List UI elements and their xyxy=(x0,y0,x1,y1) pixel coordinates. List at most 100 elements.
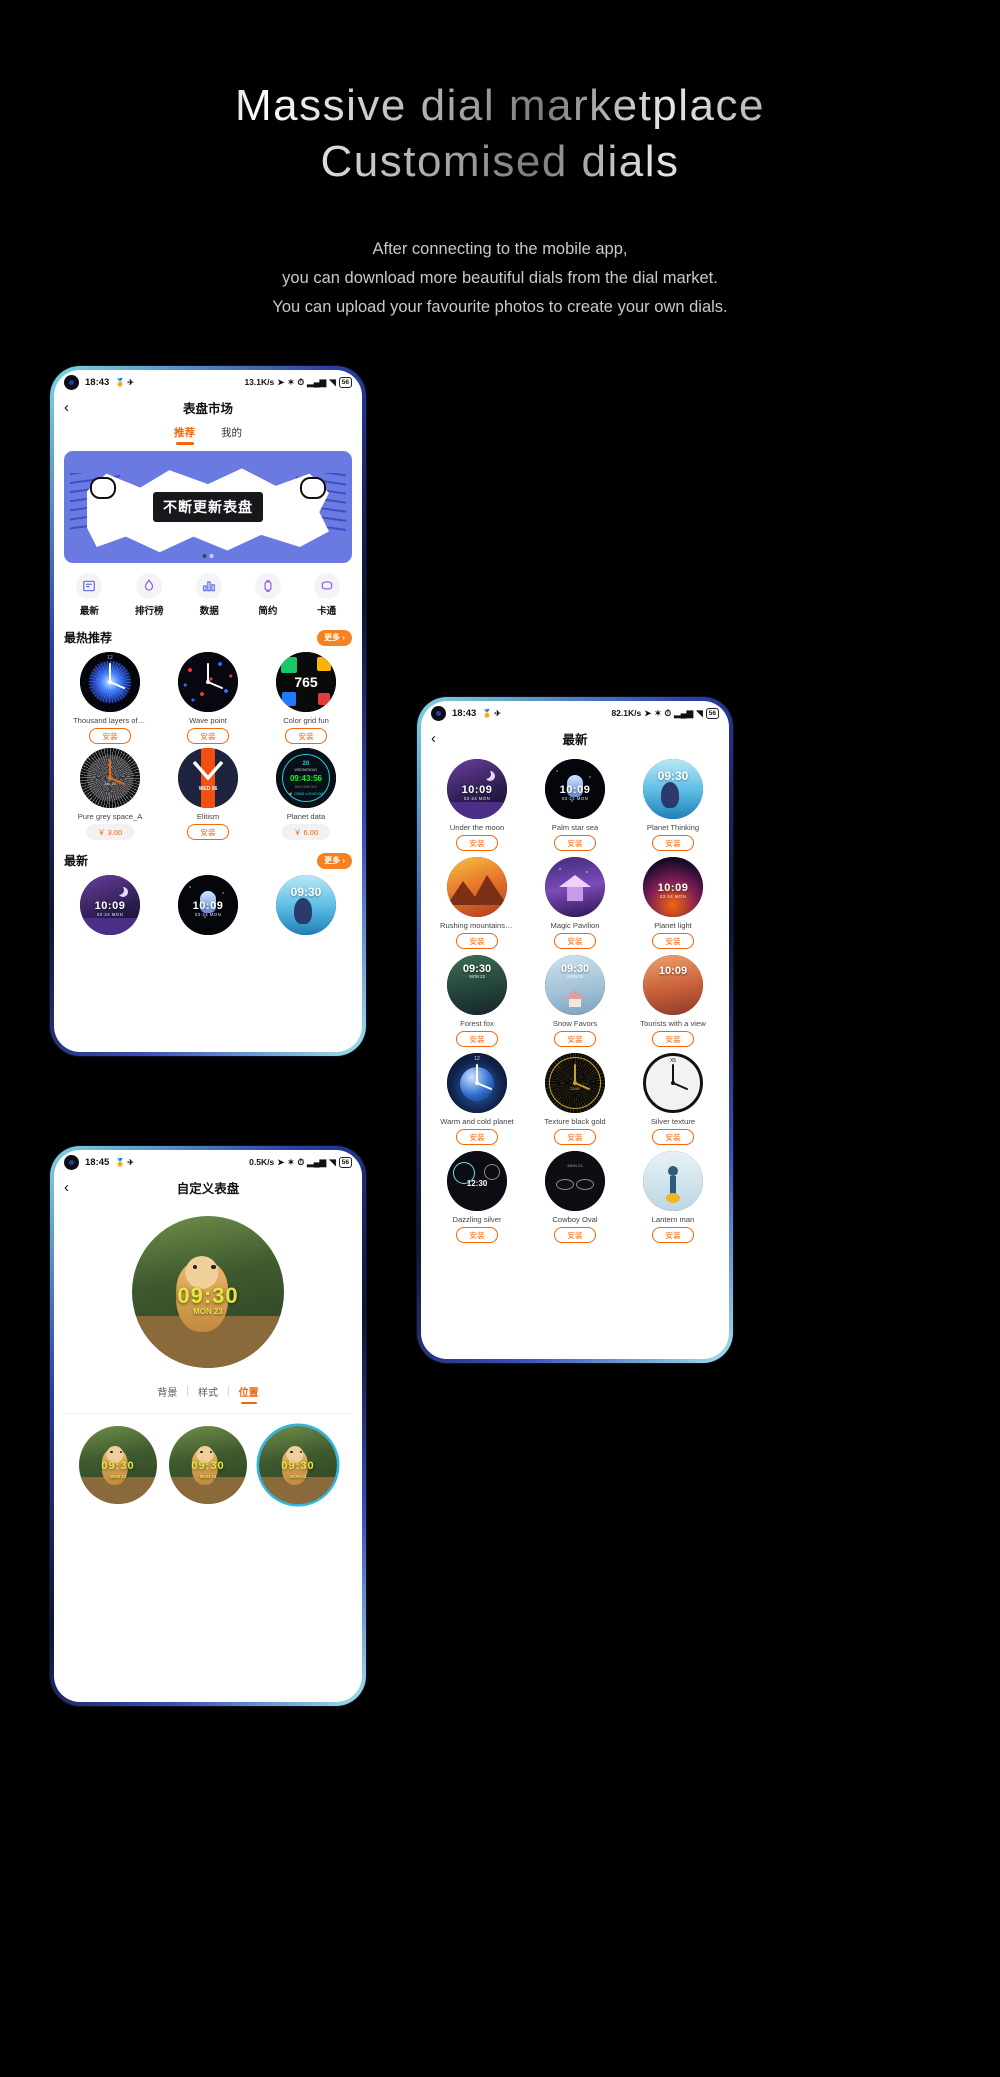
phone2-title: 最新 xyxy=(562,732,588,747)
hero-subtitle: After connecting to the mobile app, you … xyxy=(0,235,1000,323)
dial-card[interactable]: 10:09 03·24 MON Under the moon 安装 xyxy=(429,759,525,851)
dial-install-button[interactable]: 安装 xyxy=(554,1129,596,1145)
banner-dot-2[interactable] xyxy=(209,554,214,558)
dial-card[interactable]: 09:30 xyxy=(258,875,354,935)
dial-thumbnail[interactable]: 20 WEDNESDAY 09:43:56 0201 0236 00.0 ⚡ 2… xyxy=(276,748,336,808)
dial-card[interactable]: 09:30 Planet Thinking 安装 xyxy=(625,759,721,851)
dial-card[interactable]: WED 06 Elitism 安装 xyxy=(160,748,256,840)
dial-thumbnail[interactable]: 10:09 03·24 MON xyxy=(178,875,238,935)
dial-thumbnail[interactable]: 765 xyxy=(276,652,336,712)
dial-install-button[interactable]: 安装 xyxy=(187,824,229,840)
photo-thumbnail[interactable]: 09:30 MON 23 xyxy=(169,1426,247,1504)
dial-thumbnail[interactable]: 10:09 03·24 MON xyxy=(80,875,140,935)
dial-install-button[interactable]: 安装 xyxy=(554,1031,596,1047)
photo-thumbnail[interactable]: 09:30 MON 23 xyxy=(79,1426,157,1504)
dial-card[interactable]: Wave point 安装 xyxy=(160,652,256,744)
dial-install-button[interactable]: 安装 xyxy=(456,1129,498,1145)
banner-pagination[interactable] xyxy=(202,554,214,558)
dial-price-button[interactable]: ￥ 6.00 xyxy=(281,824,331,840)
dial-install-button[interactable]: 安装 xyxy=(652,1227,694,1243)
dial-install-button[interactable]: 安装 xyxy=(187,728,229,744)
dial-thumbnail[interactable]: 09:30 MON 23 xyxy=(545,955,605,1015)
category-latest[interactable]: 最新 xyxy=(76,573,103,617)
phone-custom-dial: 18:45 🏅 ✈ 0.5K/s ➤ ✶ ⏱ ▂▄▆ ◥ 56 ‹ 自定义表盘 … xyxy=(50,1146,366,1706)
dial-card[interactable]: 12 Thousand layers of fl… 安装 xyxy=(62,652,158,744)
dial-card[interactable]: Rushing mountains a… 安装 xyxy=(429,857,525,949)
tab-style[interactable]: 样式 xyxy=(198,1384,218,1399)
category-simple[interactable]: 简约 xyxy=(254,573,281,617)
dial-install-button[interactable]: 安装 xyxy=(554,835,596,851)
dial-install-button[interactable]: 安装 xyxy=(652,1031,694,1047)
tab-position[interactable]: 位置 xyxy=(239,1384,259,1399)
dial-install-button[interactable]: 安装 xyxy=(89,728,131,744)
banner-dot-1[interactable] xyxy=(202,554,207,558)
dial-card[interactable]: Jan 21 Pure grey space_A ￥ 3.00 xyxy=(62,748,158,840)
dial-card[interactable]: Magic Pavilion 安装 xyxy=(527,857,623,949)
dial-card[interactable]: 765 Color grid fun 安装 xyxy=(258,652,354,744)
category-cartoon[interactable]: 卡通 xyxy=(313,573,340,617)
dial-name: Pure grey space_A xyxy=(77,812,143,821)
dial-name: Thousand layers of fl… xyxy=(73,716,147,725)
tab-mine[interactable]: 我的 xyxy=(221,425,242,440)
bluetooth-icon: ✶ xyxy=(287,376,295,387)
dial-thumbnail[interactable]: 12:30 xyxy=(447,1151,507,1211)
dial-install-button[interactable]: 安装 xyxy=(456,933,498,949)
tab-recommended[interactable]: 推荐 xyxy=(174,425,195,440)
dial-thumbnail[interactable] xyxy=(447,857,507,917)
dial-thumbnail[interactable] xyxy=(643,1151,703,1211)
dial-thumbnail[interactable]: 09:30 MON 23 xyxy=(447,955,507,1015)
dial-thumbnail[interactable]: 10:09 03·24 MON xyxy=(447,759,507,819)
dial-thumbnail[interactable]: X5 xyxy=(643,1053,703,1113)
dial-install-button[interactable]: 安装 xyxy=(652,835,694,851)
dial-thumbnail[interactable]: 09:30 xyxy=(643,759,703,819)
wifi-icon: ◥ xyxy=(329,376,336,387)
dial-install-button[interactable]: 安装 xyxy=(456,1031,498,1047)
dial-install-button[interactable]: 安装 xyxy=(285,728,327,744)
battery-level: 56 xyxy=(338,1156,352,1168)
dial-card[interactable]: 09:30 MON 23 Snow Favors 安装 xyxy=(527,955,623,1047)
dial-thumbnail[interactable]: 12 xyxy=(447,1053,507,1113)
dial-card[interactable]: 09:30 MON 23 Forest fox 安装 xyxy=(429,955,525,1047)
dial-thumbnail[interactable]: MON 23 xyxy=(545,1151,605,1211)
dial-install-button[interactable]: 安装 xyxy=(554,1227,596,1243)
dial-card[interactable]: 10:09 03·24 MON Palm star sea 安装 xyxy=(527,759,623,851)
dial-price-button[interactable]: ￥ 3.00 xyxy=(85,824,135,840)
battery-level: 56 xyxy=(705,707,719,719)
dial-card[interactable]: 12AB Texture black gold 安装 xyxy=(527,1053,623,1145)
dial-install-button[interactable]: 安装 xyxy=(456,1227,498,1243)
dial-thumbnail[interactable]: WED 06 xyxy=(178,748,238,808)
dial-card[interactable]: 20 WEDNESDAY 09:43:56 0201 0236 00.0 ⚡ 2… xyxy=(258,748,354,840)
category-data[interactable]: 数据 xyxy=(196,573,223,617)
dial-card[interactable]: 12 Warm and cold planet 安装 xyxy=(429,1053,525,1145)
dial-thumbnail[interactable] xyxy=(178,652,238,712)
dial-preview[interactable]: 09:30 MON 23 xyxy=(132,1216,284,1368)
dial-install-button[interactable]: 安装 xyxy=(652,1129,694,1145)
dial-card[interactable]: 12:30 Dazzling silver 安装 xyxy=(429,1151,525,1243)
dial-card[interactable]: Lantern man 安装 xyxy=(625,1151,721,1243)
dial-thumbnail[interactable] xyxy=(545,857,605,917)
photo-thumbnail[interactable]: 09:30 MON 23 xyxy=(259,1426,337,1504)
phone2-navbar: ‹ 最新 xyxy=(421,725,729,751)
dial-install-button[interactable]: 安装 xyxy=(456,835,498,851)
dial-card[interactable]: X5 Silver texture 安装 xyxy=(625,1053,721,1145)
dial-thumbnail[interactable]: 10:09 03·24 MON xyxy=(545,759,605,819)
dial-card[interactable]: 10:09 03·24 MON xyxy=(62,875,158,935)
dial-thumbnail[interactable]: 09:30 xyxy=(276,875,336,935)
latest-dial-grid: 10:09 03·24 MON Under the moon 安装 10:09 03… xyxy=(421,751,729,1243)
dial-card[interactable]: 10:09 03·24 MON xyxy=(160,875,256,935)
hot-section-more-button[interactable]: 更多 › xyxy=(317,629,352,646)
new-section-more-button[interactable]: 更多 › xyxy=(317,852,352,869)
dial-thumbnail[interactable]: 12AB xyxy=(545,1053,605,1113)
category-ranking[interactable]: 排行榜 xyxy=(135,573,164,617)
dial-card[interactable]: MON 23 Cowboy Oval 安装 xyxy=(527,1151,623,1243)
dial-thumbnail[interactable]: Jan 21 xyxy=(80,748,140,808)
tab-background[interactable]: 背景 xyxy=(157,1384,177,1399)
dial-install-button[interactable]: 安装 xyxy=(554,933,596,949)
dial-card[interactable]: 10:09 03·24 MON Planet light 安装 xyxy=(625,857,721,949)
dial-thumbnail[interactable]: 10:09 03·24 MON xyxy=(643,857,703,917)
promo-banner[interactable]: 不断更新表盘 xyxy=(64,451,352,563)
dial-thumbnail[interactable]: 10:09 xyxy=(643,955,703,1015)
dial-card[interactable]: 10:09 Tourists with a view 安装 xyxy=(625,955,721,1047)
dial-install-button[interactable]: 安装 xyxy=(652,933,694,949)
dial-thumbnail[interactable]: 12 xyxy=(80,652,140,712)
